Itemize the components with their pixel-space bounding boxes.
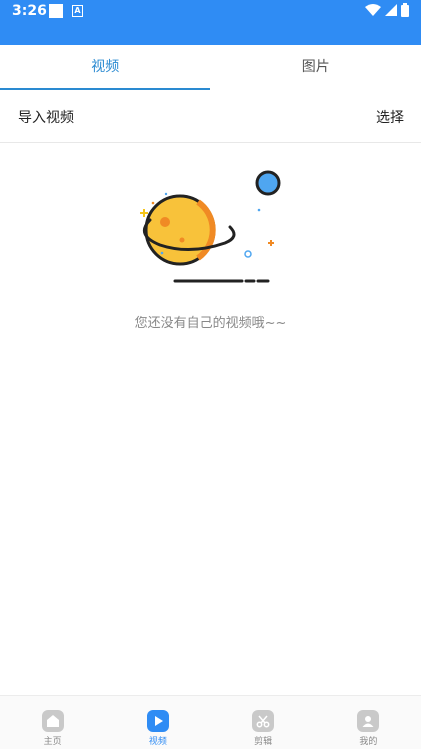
nav-edit-label: 剪辑 bbox=[254, 734, 272, 747]
import-row: 导入视频 选择 bbox=[0, 90, 421, 143]
nav-mine[interactable]: 我的 bbox=[316, 696, 421, 749]
a-icon: A bbox=[72, 5, 83, 17]
battery-icon bbox=[401, 3, 409, 17]
tab-images-label: 图片 bbox=[302, 59, 330, 75]
nav-video[interactable]: 视频 bbox=[105, 696, 210, 749]
nav-home-label: 主页 bbox=[44, 734, 62, 747]
empty-state-message: 您还没有自己的视频哦~~ bbox=[0, 312, 421, 331]
bottom-nav: 主页 视频 剪辑 我的 bbox=[0, 695, 421, 749]
status-icons bbox=[365, 3, 409, 17]
status-bar: 3:26 A bbox=[0, 0, 421, 45]
wifi-icon bbox=[365, 4, 381, 17]
import-video-label: 导入视频 bbox=[18, 107, 74, 127]
select-button[interactable]: 选择 bbox=[376, 107, 404, 127]
scissors-icon bbox=[252, 710, 274, 732]
nav-edit[interactable]: 剪辑 bbox=[211, 696, 316, 749]
notification-square-icon bbox=[49, 4, 63, 18]
home-icon bbox=[42, 710, 64, 732]
tab-videos[interactable]: 视频 bbox=[0, 45, 211, 90]
tab-images[interactable]: 图片 bbox=[211, 45, 421, 90]
play-icon bbox=[147, 710, 169, 732]
signal-icon bbox=[385, 4, 397, 16]
nav-home[interactable]: 主页 bbox=[0, 696, 105, 749]
nav-mine-label: 我的 bbox=[359, 734, 377, 747]
user-icon bbox=[357, 710, 379, 732]
planet-icon bbox=[130, 165, 290, 290]
tab-videos-label: 视频 bbox=[91, 59, 119, 75]
nav-video-label: 视频 bbox=[149, 734, 167, 747]
tab-bar: 视频 图片 bbox=[0, 45, 421, 90]
status-time: 3:26 bbox=[12, 3, 47, 19]
